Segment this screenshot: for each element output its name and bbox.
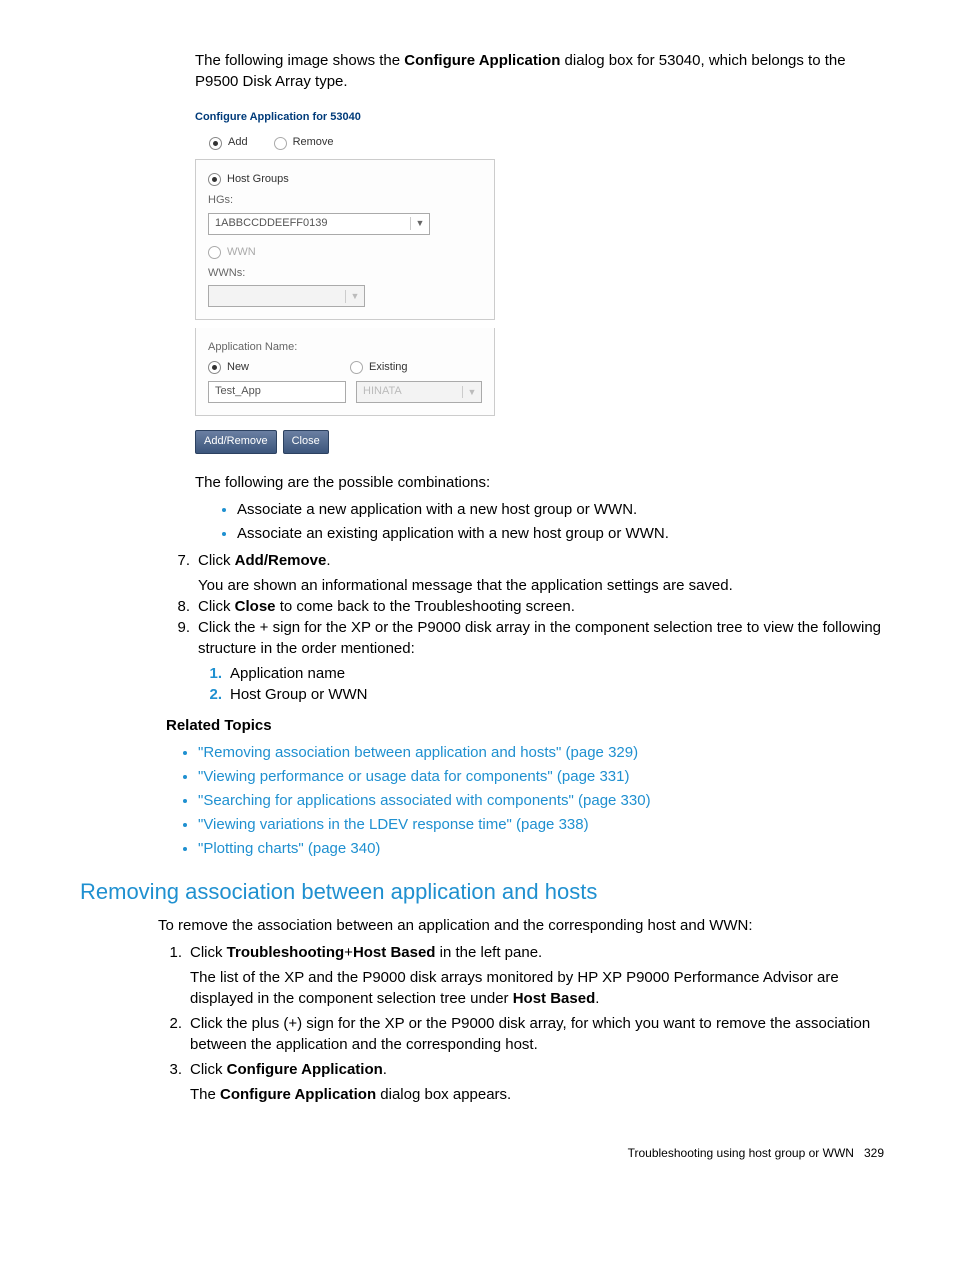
text-bold: Add/Remove [235, 552, 327, 569]
new-app-value: Test_App [215, 384, 261, 399]
link[interactable]: "Plotting charts" (page 340) [198, 840, 380, 857]
text: to come back to the Troubleshooting scre… [276, 598, 575, 615]
hgs-label: HGs: [208, 193, 482, 208]
substep-2: 2.Host Group or WWN [198, 684, 884, 705]
radio-wwn-label: WWN [227, 245, 256, 260]
related-topics-heading: Related Topics [166, 715, 884, 736]
possible-combinations: The following are the possible combinati… [195, 472, 884, 493]
step-9: 9. Click the + sign for the XP or the P9… [166, 617, 884, 705]
text: Click the + sign for the XP or the P9000… [198, 619, 881, 657]
link[interactable]: "Removing association between applicatio… [198, 744, 638, 761]
text: . [595, 990, 599, 1007]
wwns-combo: ▼ [208, 285, 365, 307]
radio-new-label: New [227, 360, 249, 375]
text: + [344, 944, 353, 961]
step-body: You are shown an informational message t… [198, 575, 884, 596]
text: Click [198, 598, 235, 615]
text-bold: Configure Application [404, 52, 560, 69]
link[interactable]: "Viewing performance or usage data for c… [198, 768, 629, 785]
hgs-value: 1ABBCCDDEEFF0139 [209, 216, 410, 231]
radio-existing-label: Existing [369, 360, 408, 375]
radio-remove-label: Remove [293, 135, 334, 150]
list-item: Associate an existing application with a… [237, 523, 894, 544]
new-app-input[interactable]: Test_App [208, 381, 346, 403]
text: dialog box appears. [376, 1086, 511, 1103]
page-number: 329 [864, 1146, 884, 1160]
radio-host-groups-label: Host Groups [227, 172, 289, 187]
text-bold: Troubleshooting [227, 944, 345, 961]
existing-app-value: HINATA [357, 384, 462, 399]
radio-add-label: Add [228, 135, 248, 150]
appname-label: Application Name: [208, 340, 482, 355]
configure-application-dialog: Configure Application for 53040 Add Remo… [195, 110, 495, 454]
footer-text: Troubleshooting using host group or WWN [628, 1146, 854, 1160]
caret-down-icon: ▼ [410, 217, 429, 230]
step-2: 2. Click the plus (+) sign for the XP or… [158, 1013, 884, 1055]
intro-paragraph: The following image shows the Configure … [195, 50, 884, 92]
substep-1: 1.Application name [198, 663, 884, 684]
text: in the left pane. [435, 944, 542, 961]
host-panel: Host Groups HGs: 1ABBCCDDEEFF0139 ▼ WWN … [195, 159, 495, 321]
link[interactable]: "Searching for applications associated w… [198, 792, 651, 809]
section-intro: To remove the association between an app… [158, 915, 884, 936]
step-3: 3. Click Configure Application. The Conf… [158, 1059, 884, 1105]
text: The following image shows the [195, 52, 404, 69]
appname-panel: Application Name: New Existing Test_App … [195, 328, 495, 416]
radio-existing[interactable] [350, 361, 363, 374]
text-bold: Close [235, 598, 276, 615]
dialog-title: Configure Application for 53040 [195, 110, 495, 125]
add-remove-button[interactable]: Add/Remove [195, 430, 277, 453]
wwns-label: WWNs: [208, 266, 482, 281]
related-topics-list: "Removing association between applicatio… [166, 742, 894, 859]
caret-down-icon: ▼ [345, 290, 364, 303]
text-bold: Configure Application [227, 1061, 383, 1078]
page-footer: Troubleshooting using host group or WWN … [80, 1145, 894, 1162]
text: Host Group or WWN [230, 684, 884, 705]
text: Click [198, 552, 235, 569]
caret-down-icon: ▼ [462, 386, 481, 399]
text: . [383, 1061, 387, 1078]
text-bold: Host Based [353, 944, 436, 961]
radio-wwn[interactable] [208, 246, 221, 259]
close-button[interactable]: Close [283, 430, 329, 453]
text: The [190, 1086, 220, 1103]
text-bold: Configure Application [220, 1086, 376, 1103]
radio-add[interactable] [209, 137, 222, 150]
text-bold: Host Based [513, 990, 596, 1007]
text: Click [190, 1061, 227, 1078]
text: . [326, 552, 330, 569]
existing-app-combo: HINATA ▼ [356, 381, 482, 403]
step-7: 7. Click Add/Remove. You are shown an in… [166, 550, 884, 596]
step-8: 8. Click Close to come back to the Troub… [166, 596, 884, 617]
section-heading: Removing association between application… [80, 877, 894, 908]
radio-new[interactable] [208, 361, 221, 374]
link[interactable]: "Viewing variations in the LDEV response… [198, 816, 589, 833]
text: Click [190, 944, 227, 961]
combinations-list: Associate a new application with a new h… [195, 499, 894, 544]
list-item: Associate a new application with a new h… [237, 499, 894, 520]
text: Application name [230, 663, 884, 684]
radio-remove[interactable] [274, 137, 287, 150]
hgs-combo[interactable]: 1ABBCCDDEEFF0139 ▼ [208, 213, 430, 235]
radio-host-groups[interactable] [208, 173, 221, 186]
text: Click the plus (+) sign for the XP or th… [190, 1013, 884, 1055]
step-1: 1. Click Troubleshooting+Host Based in t… [158, 942, 884, 1009]
